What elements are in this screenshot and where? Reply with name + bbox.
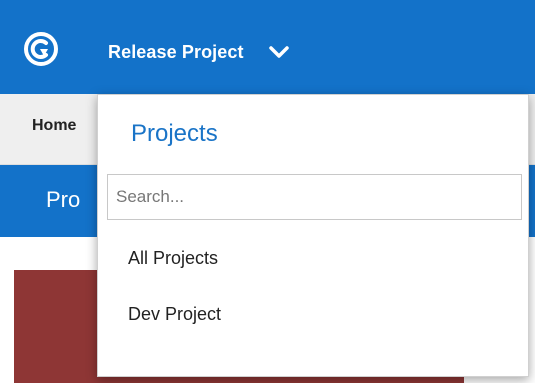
page: Release Project Home Pro Projects All Pr… <box>0 0 535 383</box>
project-switcher[interactable]: Release Project <box>108 34 290 70</box>
project-dropdown: Projects All Projects Dev Project <box>97 94 529 377</box>
chevron-down-icon[interactable] <box>268 44 290 60</box>
project-item-dev-project[interactable]: Dev Project <box>98 291 528 347</box>
project-search-input[interactable] <box>107 174 522 220</box>
dropdown-title: Projects <box>131 120 218 147</box>
current-project-name: Release Project <box>108 41 244 62</box>
app-logo-icon[interactable] <box>24 32 58 66</box>
project-item-all-projects[interactable]: All Projects <box>98 235 528 291</box>
page-title: Pro <box>46 187 81 212</box>
top-navigation-bar: Release Project <box>0 0 535 94</box>
breadcrumb-home-link[interactable]: Home <box>32 117 76 135</box>
project-list: All Projects Dev Project <box>98 235 528 347</box>
